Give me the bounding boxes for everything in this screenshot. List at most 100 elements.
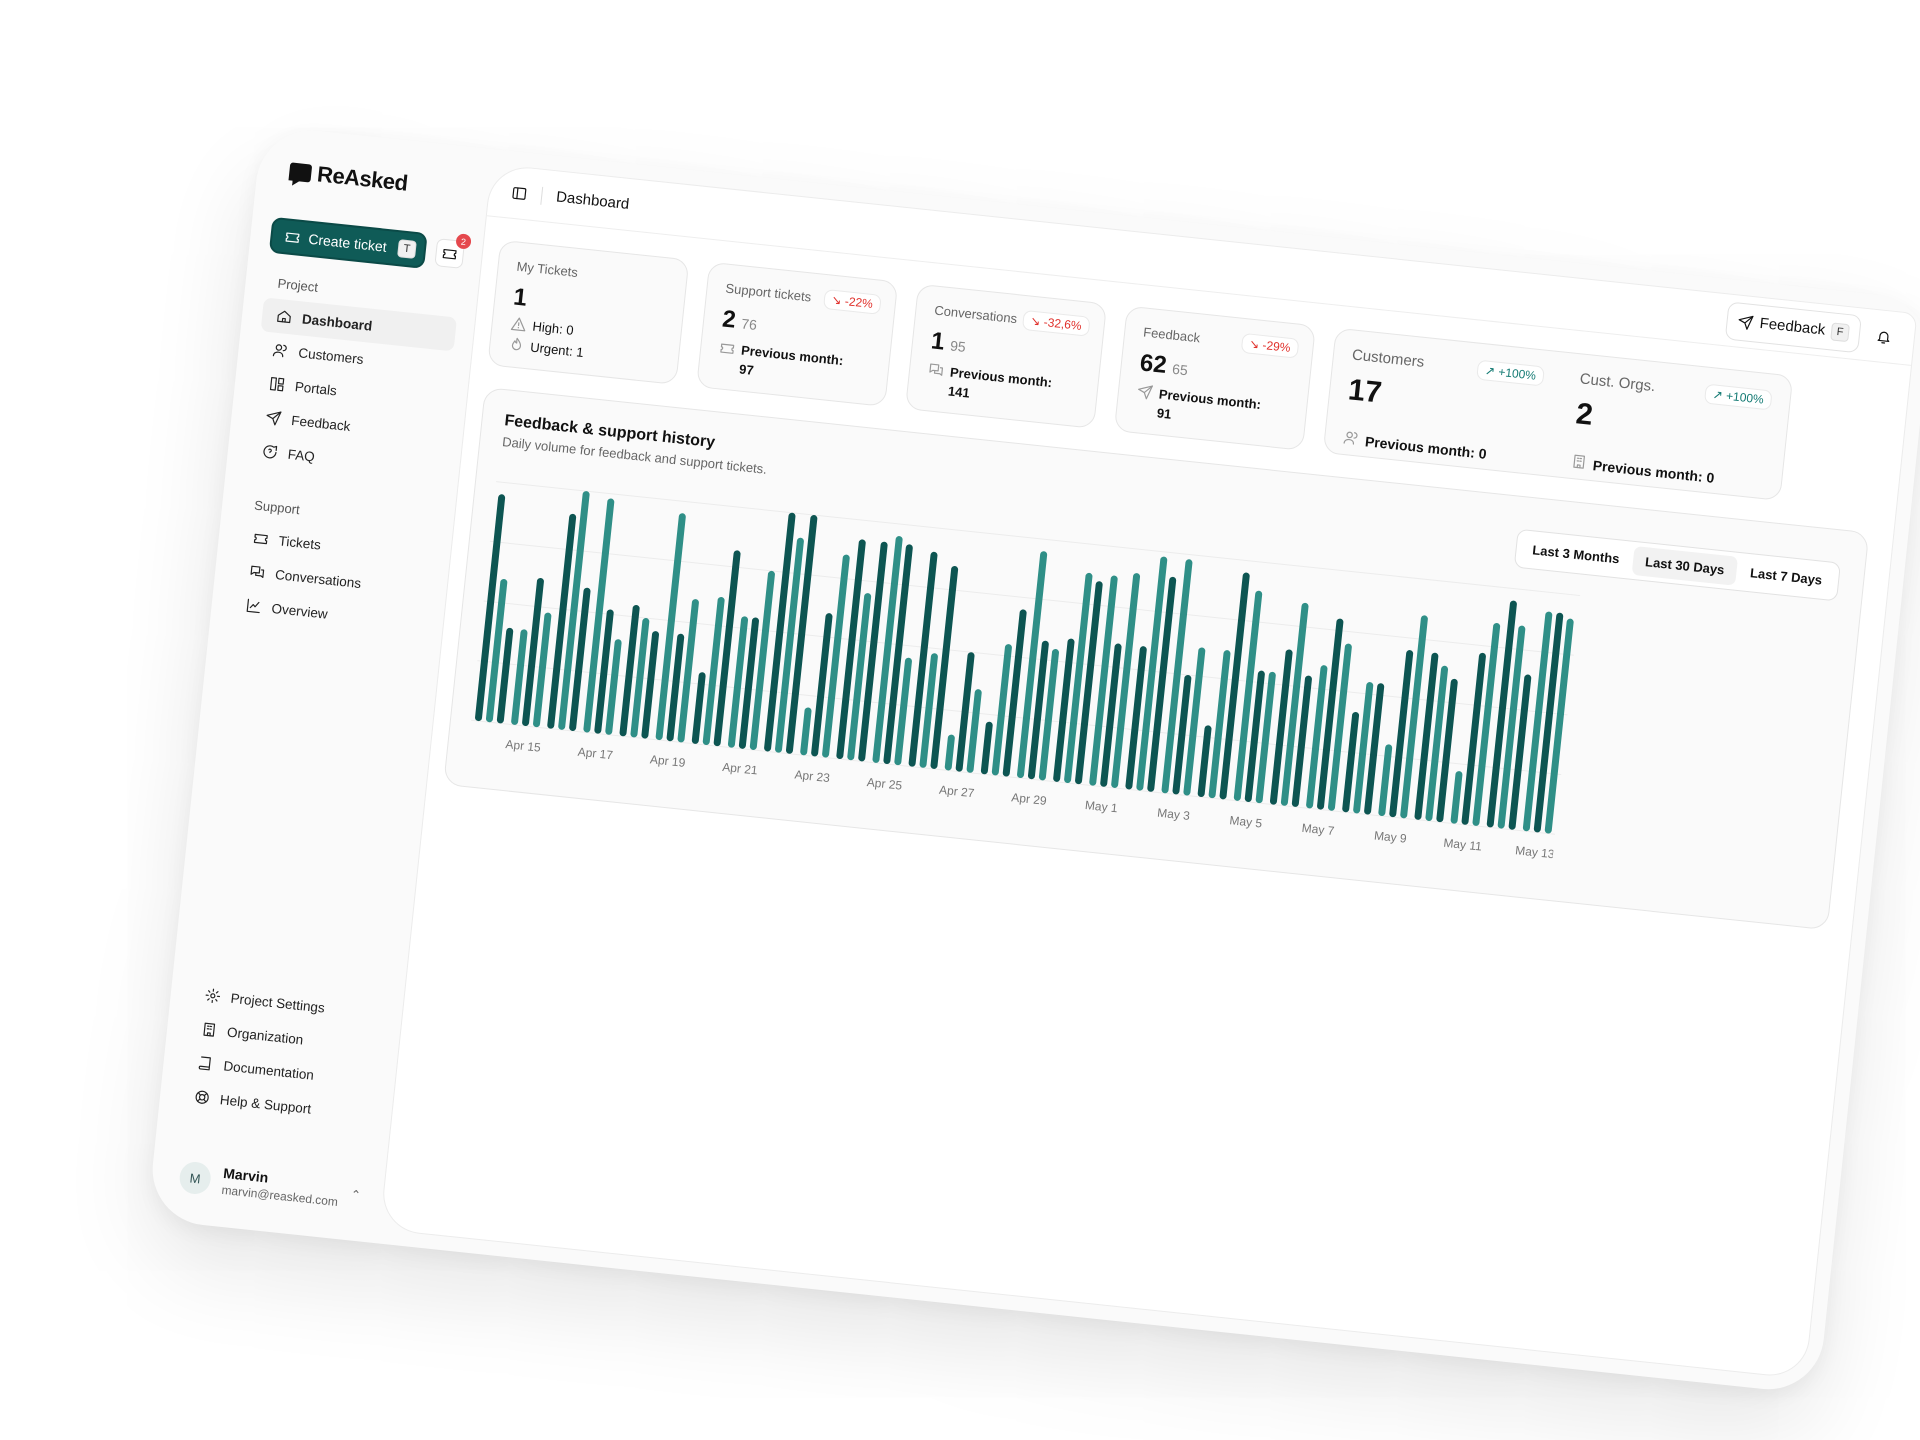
previous-month-text: Previous month: 0 [1364, 433, 1488, 462]
stat-card-customers[interactable]: Customers ↗ +100% 17 Previous month: 0 C… [1322, 327, 1794, 501]
user-info: Marvin marvin@reasked.com [221, 1165, 341, 1209]
messages-icon [927, 361, 945, 379]
x-tick-label: Apr 27 [938, 783, 975, 801]
previous-month-text: Previous month: 91 [1156, 385, 1262, 433]
sidebar-item-label: Customers [297, 344, 365, 367]
trend-value: -22% [844, 294, 874, 311]
stat-secondary: 95 [949, 337, 967, 355]
topbar-actions: Feedback F [1724, 300, 1894, 356]
x-tick-label: May 5 [1229, 813, 1263, 830]
main-panel: Dashboard Feedback F My Tickets 1 High: … [379, 163, 1918, 1380]
stat-title: My Tickets [515, 258, 579, 280]
x-tick-label: Apr 19 [649, 752, 686, 770]
building-icon [1570, 453, 1588, 471]
send-icon [1136, 383, 1154, 401]
sidebar-toggle-icon[interactable] [511, 184, 529, 202]
x-tick-label: May 13 [1515, 843, 1556, 861]
ticket-icon [284, 228, 302, 246]
x-tick-label: May 7 [1301, 821, 1335, 838]
x-tick-label: Apr 25 [866, 775, 903, 793]
trend-value: +100% [1497, 364, 1537, 383]
send-icon [265, 409, 283, 427]
chart-bar[interactable] [800, 707, 812, 756]
x-tick-label: Apr 29 [1011, 790, 1048, 808]
x-tick-label: Apr 15 [505, 737, 542, 755]
sidebar-item-label: Organization [226, 1024, 305, 1047]
gear-icon [204, 987, 222, 1005]
stat-current: 2 [720, 305, 738, 334]
previous-month-value: 91 [1156, 405, 1173, 422]
trend-badge: ↗ +100% [1703, 383, 1773, 411]
trend-badge: ↘ -29% [1240, 332, 1300, 359]
avatar: M [178, 1160, 213, 1196]
sidebar-item-label: Feedback [290, 412, 352, 434]
range-option-7-days[interactable]: Last 7 Days [1737, 557, 1836, 596]
warning-icon [510, 315, 528, 333]
previous-month: Previous month: 91 [1134, 383, 1289, 436]
high-count-label: High: 0 [531, 318, 575, 338]
inbox-button[interactable]: 2 [434, 233, 472, 269]
messages-icon [249, 563, 267, 581]
layout-icon [268, 375, 286, 393]
inbox-badge: 2 [455, 233, 472, 250]
chart-bar[interactable] [980, 721, 993, 775]
building-icon [200, 1021, 218, 1039]
brand-logo[interactable]: ReAsked [288, 158, 472, 203]
previous-month-text: Previous month: 97 [738, 342, 844, 390]
customers-column: Customers ↗ +100% 17 Previous month: 0 [1343, 346, 1545, 462]
previous-month-text: Previous month: 141 [947, 364, 1053, 412]
feedback-shortcut: F [1830, 321, 1851, 342]
brand-name: ReAsked [316, 161, 409, 196]
stat-secondary: 76 [740, 315, 758, 333]
inbox-icon [441, 245, 459, 263]
logo-icon [288, 162, 313, 183]
stat-card-my-tickets[interactable]: My Tickets 1 High: 0 Urgent: 1 [487, 239, 690, 385]
page-title: Dashboard [555, 188, 631, 213]
nav-group-support: Support Tickets Conversations Overview [230, 496, 436, 641]
previous-month: Previous month: 97 [716, 339, 871, 392]
sidebar-item-label: Overview [270, 600, 329, 622]
trend-value: +100% [1725, 388, 1765, 407]
stat-card-conversations[interactable]: Conversations ↘ -32,6% 1 95 Previous mont… [904, 283, 1108, 429]
trend-badge: ↗ +100% [1476, 359, 1545, 387]
users-icon [272, 342, 290, 360]
home-icon [275, 308, 293, 326]
device-frame: ReAsked Create ticket T 2 Project Dashbo… [147, 125, 1920, 1395]
chart-bar[interactable] [944, 734, 955, 771]
create-ticket-button[interactable]: Create ticket T [268, 216, 428, 269]
feedback-button[interactable]: Feedback F [1724, 300, 1863, 353]
ticket-icon [719, 339, 737, 357]
cust-orgs-column: Cust. Orgs. ↗ +100% 2 Previous month: 0 [1571, 370, 1773, 486]
sidebar-item-label: Project Settings [229, 990, 326, 1016]
trend-value: -32,6% [1043, 315, 1083, 333]
sidebar-item-label: Help & Support [219, 1091, 312, 1117]
previous-month: Previous month: 0 [1342, 429, 1536, 469]
create-ticket-shortcut: T [397, 239, 417, 259]
previous-month: Previous month: 141 [925, 361, 1080, 414]
help-bubble-icon [261, 443, 279, 461]
sidebar-item-label: Documentation [222, 1057, 315, 1083]
chart-bar[interactable] [1450, 771, 1463, 824]
topbar-divider [540, 186, 544, 205]
stat-card-support-tickets[interactable]: Support tickets ↘ -22% 2 76 Previous mont… [696, 261, 899, 407]
trend-badge: ↘ -22% [822, 288, 882, 315]
sidebar-item-label: Tickets [278, 532, 322, 553]
stat-secondary: 65 [1171, 360, 1189, 379]
feedback-button-label: Feedback [1758, 314, 1827, 339]
chevron-up-icon: ⌃ [350, 1187, 362, 1203]
range-option-3-months[interactable]: Last 3 Months [1519, 534, 1633, 574]
trend-badge: ↘ -32,6% [1021, 309, 1091, 337]
sidebar-item-label: Portals [294, 378, 338, 398]
previous-month-value: 97 [738, 361, 755, 378]
user-menu[interactable]: M Marvin marvin@reasked.com ⌃ [178, 1160, 362, 1211]
stat-card-feedback[interactable]: Feedback ↘ -29% 62 65 Previous month: 91 [1113, 305, 1316, 451]
nav-group-project: Project Dashboard Customers Portals Feed… [246, 274, 459, 486]
bell-icon[interactable] [1875, 328, 1893, 346]
previous-month-value: 141 [947, 383, 971, 401]
urgent-count-label: Urgent: 1 [529, 339, 585, 360]
stat-current: 1 [929, 327, 946, 356]
x-tick-label: May 3 [1157, 806, 1191, 823]
previous-month: Previous month: 0 [1570, 453, 1764, 493]
range-option-30-days[interactable]: Last 30 Days [1631, 546, 1738, 586]
sidebar-bottom-nav: Project Settings Organization Documentat… [178, 977, 385, 1133]
